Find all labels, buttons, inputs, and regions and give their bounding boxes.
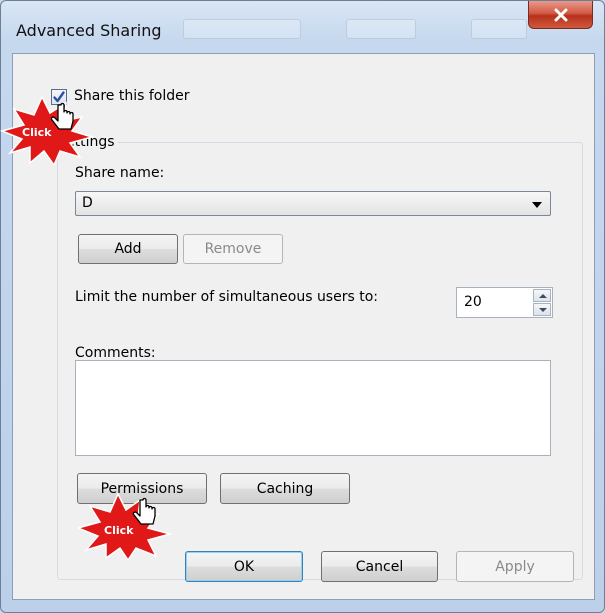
remove-button[interactable]: Remove xyxy=(183,234,283,264)
click-label: Click xyxy=(22,126,52,139)
click-annotation-1: Click xyxy=(0,95,95,165)
add-button[interactable]: Add xyxy=(78,234,178,264)
ok-button[interactable]: OK xyxy=(185,551,303,582)
user-limit-value[interactable]: 20 xyxy=(464,294,482,310)
title-bar: Advanced Sharing xyxy=(1,1,604,53)
share-name-value: D xyxy=(82,195,93,211)
click-label: Click xyxy=(104,524,134,537)
background-tab-ghost xyxy=(183,19,301,39)
background-tab-ghost xyxy=(471,19,527,39)
user-limit-label: Limit the number of simultaneous users t… xyxy=(75,289,378,305)
spin-up-button[interactable] xyxy=(533,289,551,302)
spin-down-icon xyxy=(539,308,547,312)
dropdown-arrow-icon[interactable] xyxy=(532,202,542,208)
background-tab-ghost xyxy=(346,19,416,39)
window-title: Advanced Sharing xyxy=(16,21,162,40)
spin-down-button[interactable] xyxy=(533,303,551,316)
user-limit-spinner[interactable]: 20 xyxy=(456,287,553,318)
comments-textarea[interactable] xyxy=(75,360,551,456)
share-name-label: Share name: xyxy=(75,165,165,181)
share-name-combobox[interactable]: D xyxy=(75,191,551,216)
close-button[interactable] xyxy=(528,1,593,29)
click-annotation-2: Click xyxy=(78,492,173,560)
apply-button[interactable]: Apply xyxy=(456,551,574,582)
close-x-icon xyxy=(554,8,567,21)
spin-up-icon xyxy=(539,294,547,298)
cancel-button[interactable]: Cancel xyxy=(321,551,438,582)
spin-buttons xyxy=(533,289,551,316)
caching-button[interactable]: Caching xyxy=(220,473,350,504)
comments-label: Comments: xyxy=(75,345,156,361)
